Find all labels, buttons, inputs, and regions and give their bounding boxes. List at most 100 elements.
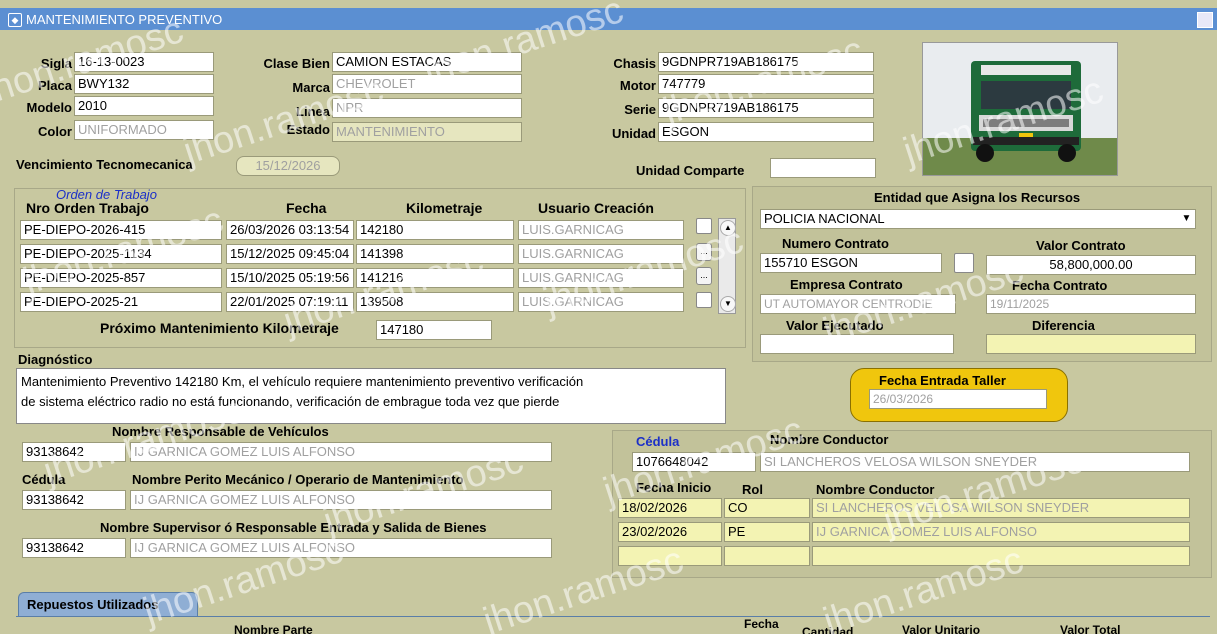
conductor-row-inicio-3[interactable] <box>618 546 722 566</box>
order-fecha-2[interactable]: 15/12/2025 09:45:04 <box>226 244 354 264</box>
estado-label: Estado <box>286 122 330 137</box>
conductor-row-nombre-2[interactable]: IJ GARNICA GOMEZ LUIS ALFONSO <box>812 522 1190 542</box>
conductor-row-inicio-2[interactable]: 23/02/2026 <box>618 522 722 542</box>
responsable-cedula-field[interactable]: 93138642 <box>22 442 126 462</box>
conductor-row-rol-3[interactable] <box>724 546 810 566</box>
comparte-field[interactable] <box>770 158 876 178</box>
repuestos-header-row: Nombre Parte Fecha Cantidad Valor Unitar… <box>16 616 1210 634</box>
conductor-cedula-field[interactable]: 1076648042 <box>632 452 756 472</box>
supervisor-nombre-field[interactable]: IJ GARNICA GOMEZ LUIS ALFONSO <box>130 538 552 558</box>
order-km-1[interactable]: 142180 <box>356 220 514 240</box>
diferencia-field[interactable] <box>986 334 1196 354</box>
linea-label: Linea <box>296 104 330 119</box>
tab-repuestos[interactable]: Repuestos Utilizados <box>18 592 198 616</box>
motor-field[interactable]: 747779 <box>658 74 874 94</box>
order-more-button-3[interactable]: ... <box>696 267 712 285</box>
proximo-field[interactable]: 147180 <box>376 320 492 340</box>
conductor-row-nombre-3[interactable] <box>812 546 1190 566</box>
order-checkbox-4[interactable] <box>696 292 712 308</box>
serie-field[interactable]: 9GDNPR719AB186175 <box>658 98 874 118</box>
chasis-label: Chasis <box>613 56 656 71</box>
repuestos-tabbar: Repuestos Utilizados Nombre Parte Fecha … <box>16 592 1210 634</box>
main-window: ◆ MANTENIMIENTO PREVENTIVO Sigla 16-13-0… <box>0 0 1217 634</box>
color-field[interactable]: UNIFORMADO <box>74 120 214 140</box>
tecno-field[interactable]: 15/12/2026 <box>236 156 340 176</box>
empresa-contrato-field[interactable]: UT AUTOMAYOR CENTRODIE <box>760 294 956 314</box>
order-nro-3[interactable]: PE-DIEPO-2025-857 <box>20 268 222 288</box>
conductor-row-rol-1[interactable]: CO <box>724 498 810 518</box>
valor-contrato-label: Valor Contrato <box>1036 238 1126 253</box>
diferencia-label: Diferencia <box>1032 318 1095 333</box>
chevron-down-icon[interactable]: ▼ <box>1178 210 1195 228</box>
unidad-field[interactable]: ESGON <box>658 122 874 142</box>
numero-contrato-field[interactable]: 155710 ESGON <box>760 253 942 273</box>
scroll-down-icon[interactable]: ▼ <box>720 296 736 312</box>
order-checkbox-1[interactable] <box>696 218 712 234</box>
conductor-row-nombre-1[interactable]: SI LANCHEROS VELOSA WILSON SNEYDER <box>812 498 1190 518</box>
window-title: MANTENIMIENTO PREVENTIVO <box>26 12 223 27</box>
order-km-4[interactable]: 139508 <box>356 292 514 312</box>
entidad-select[interactable]: POLICIA NACIONAL <box>760 209 1196 229</box>
order-usuario-4[interactable]: LUIS.GARNICAG <box>518 292 684 312</box>
repuestos-col-nombre: Nombre Parte <box>234 623 313 634</box>
repuestos-col-total: Valor Total <box>1060 623 1121 634</box>
order-fecha-1[interactable]: 26/03/2026 03:13:54 <box>226 220 354 240</box>
conductor-nombre-field[interactable]: SI LANCHEROS VELOSA WILSON SNEYDER <box>760 452 1190 472</box>
perito-cedula-field[interactable]: 93138642 <box>22 490 126 510</box>
responsable-nombre-field[interactable]: IJ GARNICA GOMEZ LUIS ALFONSO <box>130 442 552 462</box>
fecha-taller-field[interactable]: 26/03/2026 <box>869 389 1047 409</box>
chasis-field[interactable]: 9GDNPR719AB186175 <box>658 52 874 72</box>
order-usuario-2[interactable]: LUIS.GARNICAG <box>518 244 684 264</box>
orders-header-km: Kilometraje <box>406 200 483 216</box>
valor-ejecutado-field[interactable] <box>760 334 954 354</box>
placa-field[interactable]: BWY132 <box>74 74 214 94</box>
order-fecha-4[interactable]: 22/01/2025 07:19:11 <box>226 292 354 312</box>
responsable-title: Nombre Responsable de Vehículos <box>112 424 329 439</box>
order-km-2[interactable]: 141398 <box>356 244 514 264</box>
supervisor-title: Nombre Supervisor ó Responsable Entrada … <box>100 520 487 535</box>
estado-field[interactable]: MANTENIMIENTO <box>332 122 522 142</box>
fecha-taller-label: Fecha Entrada Taller <box>879 373 1006 388</box>
order-fecha-3[interactable]: 15/10/2025 05:19:56 <box>226 268 354 288</box>
order-usuario-3[interactable]: LUIS.GARNICAG <box>518 268 684 288</box>
supervisor-cedula-field[interactable]: 93138642 <box>22 538 126 558</box>
marca-field[interactable]: CHEVROLET <box>332 74 522 94</box>
sigla-field[interactable]: 16-13-0023 <box>74 52 214 72</box>
order-nro-1[interactable]: PE-DIEPO-2026-415 <box>20 220 222 240</box>
diagnostico-line-2: de sistema eléctrico radio no está funci… <box>21 394 560 409</box>
diagnostico-line-1: Mantenimiento Preventivo 142180 Km, el v… <box>21 374 584 389</box>
order-nro-4[interactable]: PE-DIEPO-2025-21 <box>20 292 222 312</box>
conductor-row-inicio-1[interactable]: 18/02/2026 <box>618 498 722 518</box>
motor-label: Motor <box>619 78 656 93</box>
order-nro-2[interactable]: PE-DIEPO-2025-1134 <box>20 244 222 264</box>
tecno-label: Vencimiento Tecnomecanica <box>16 157 193 172</box>
modelo-field[interactable]: 2010 <box>74 96 214 116</box>
vehicle-photo <box>922 42 1118 176</box>
entidad-title: Entidad que Asigna los Recursos <box>874 190 1081 205</box>
conductor-row-rol-2[interactable]: PE <box>724 522 810 542</box>
minimize-button[interactable] <box>1197 12 1213 28</box>
clase-label: Clase Bien <box>263 56 330 71</box>
order-km-3[interactable]: 141216 <box>356 268 514 288</box>
conductor-nombre-label: Nombre Conductor <box>770 432 889 447</box>
valor-contrato-field[interactable]: 58,800,000.00 <box>986 255 1196 275</box>
clase-field[interactable]: CAMION ESTACAS <box>332 52 522 72</box>
order-usuario-1[interactable]: LUIS.GARNICAG <box>518 220 684 240</box>
order-more-button-2[interactable]: ... <box>696 243 712 261</box>
orders-header-fecha: Fecha <box>286 200 327 216</box>
contrato-checkbox[interactable] <box>954 253 974 273</box>
placa-label: Placa <box>38 78 72 93</box>
conductor-hdr-nombre: Nombre Conductor <box>816 482 935 497</box>
scroll-up-icon[interactable]: ▲ <box>720 220 736 236</box>
modelo-label: Modelo <box>26 100 73 115</box>
perito-nombre-field[interactable]: IJ GARNICA GOMEZ LUIS ALFONSO <box>130 490 552 510</box>
diagnostico-textarea[interactable]: Mantenimiento Preventivo 142180 Km, el v… <box>16 368 726 424</box>
diagnostico-label: Diagnóstico <box>18 352 93 367</box>
linea-field[interactable]: NPR <box>332 98 522 118</box>
unidad-label: Unidad <box>611 126 656 141</box>
orders-scrollbar[interactable]: ▲ ▼ <box>718 218 736 314</box>
fecha-contrato-field[interactable]: 19/11/2025 <box>986 294 1196 314</box>
app-icon: ◆ <box>8 13 22 27</box>
conductor-hdr-rol: Rol <box>742 482 763 497</box>
truck-image <box>923 43 1117 175</box>
